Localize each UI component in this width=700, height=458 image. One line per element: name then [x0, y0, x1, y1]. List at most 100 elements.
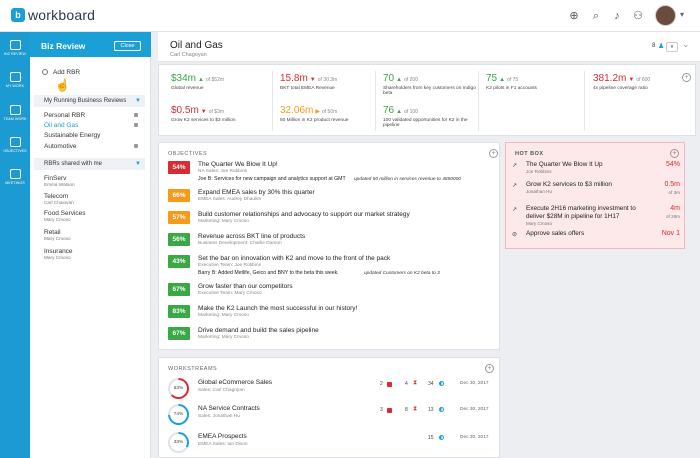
kpi-value: 70 [383, 73, 395, 84]
workstream-title[interactable]: EMEA Prospects [198, 433, 247, 440]
sidebar-item-food-services[interactable]: Food Services [44, 210, 86, 217]
search-icon[interactable]: ⌕ [589, 9, 603, 23]
shared-rbr-section[interactable]: RBRs shared with me ▼ [34, 158, 145, 170]
workstream-row[interactable]: 74% NA Service Contracts Sales: Jonathan H… [168, 404, 498, 428]
objective-title[interactable]: Set the bar on innovation with K2 and mo… [198, 255, 390, 262]
status-triangle-icon: ▲ [396, 77, 403, 83]
objective-row[interactable]: 67% Grow faster than our competitors Execu… [168, 283, 498, 305]
sidebar-item-owner: Mary Cmoso [44, 217, 71, 222]
chevron-down-icon[interactable]: ▼ [135, 158, 141, 170]
objective-title[interactable]: The Quarter We Blow It Up! [198, 161, 278, 168]
hot-box-title[interactable]: Approve sales offers [526, 230, 584, 237]
add-hot-item-icon[interactable]: + [670, 149, 679, 158]
objective-row[interactable]: 57% Build customer relationships and advo… [168, 211, 498, 233]
objective-title[interactable]: Make the K2 Launch the most successful i… [198, 305, 357, 312]
hot-box-item[interactable]: ↗ The Quarter We Blow It Up Joe Robbins 54% [512, 161, 680, 181]
sidebar-item-sustainable-energy[interactable]: Sustainable Energy [44, 132, 100, 139]
status-triangle-icon: ▲ [396, 109, 403, 115]
sidebar-item-personal-rbr[interactable]: Personal RBR [44, 112, 85, 119]
nav-my-work[interactable]: MY WORK [0, 72, 30, 88]
kpi-card[interactable]: 76 ▲ of 100 100 validated opportunities for… [383, 105, 481, 128]
workstream-row[interactable]: 63% Global eCommerce Sales Sales: Carl Cha… [168, 378, 498, 402]
sidebar-item-retail[interactable]: Retail [44, 229, 61, 236]
objective-row[interactable]: 67% Drive demand and build the sales pipe… [168, 327, 498, 349]
kpi-target: of 30.3m [317, 77, 338, 83]
chevron-down-icon[interactable]: ▾ [680, 10, 684, 19]
objective-title[interactable]: Grow faster than our competitors [198, 283, 293, 290]
hot-box-title[interactable]: Execute 2H16 marketing investment to del… [526, 205, 646, 221]
sidebar-header: Biz Review Close [30, 32, 151, 57]
hot-box-title[interactable]: The Quarter We Blow It Up [526, 161, 603, 168]
my-rbr-section[interactable]: My Running Business Reviews ▼ [34, 95, 145, 107]
kpi-card[interactable]: 75 ▲ of 75 K2 pilots in F1 accounts [486, 73, 584, 91]
workstream-row[interactable]: 33% EMEA Prospects EMEA Sales: Ian Dixon 15… [168, 432, 498, 456]
chevron-down-icon[interactable]: ⌄ [682, 39, 690, 50]
objective-row[interactable]: 43% Set the bar on innovation with K2 and… [168, 255, 498, 283]
sidebar-item-telecom[interactable]: Telecom [44, 193, 68, 200]
add-workstream-icon[interactable]: + [485, 364, 494, 373]
nav-label: MEETINGS [5, 181, 25, 185]
user-avatar[interactable] [655, 5, 676, 26]
sidebar-item-oil-and-gas[interactable]: Oil and Gas [44, 122, 78, 129]
nav-biz-review[interactable]: BIZ REVIEW [0, 40, 30, 56]
add-rbr-link[interactable]: Add RBR [53, 69, 80, 76]
sidebar-item-finserv[interactable]: FinServ [44, 175, 66, 182]
app-name[interactable]: workboard [28, 7, 95, 23]
objective-owner: Executive Team: Joe Robbins [198, 263, 262, 268]
objective-owner: Marketing: Mary Cmoso [198, 313, 249, 318]
kpi-label: Grow K2 services to $3 million [171, 118, 236, 123]
progress-pie-icon [439, 435, 444, 440]
divider [272, 71, 273, 131]
chevron-down-icon[interactable]: ▼ [135, 95, 141, 107]
objective-owner: Executive Team: Mary Cmoso [198, 291, 262, 296]
kpi-card[interactable]: $0.5m ▼ of $3m Grow K2 services to $3 milli… [171, 105, 269, 123]
sidebar-item-automotive[interactable]: Automotive [44, 143, 77, 150]
share-users-icon[interactable]: ♟ [658, 42, 664, 50]
objective-row[interactable]: 83% Make the K2 Launch the most successfu… [168, 305, 498, 327]
objective-row[interactable]: 54% The Quarter We Blow It Up! NA Sales: J… [168, 161, 498, 189]
kpi-card[interactable]: 15.8m ▼ of 30.3m BKT total EMEA Revenue [280, 73, 378, 91]
kpi-card[interactable]: 70 ▲ of 200 Shareholders from key customers… [383, 73, 481, 96]
add-icon[interactable] [42, 69, 48, 75]
kpi-card[interactable]: $34m ▲ of $52m Global revenue [171, 73, 269, 91]
workstream-due-date: Dec 30, 2017 [460, 381, 489, 386]
hot-box-item[interactable]: ↗ Grow K2 services to $3 million Jonathan … [512, 181, 680, 201]
objective-row[interactable]: 66% Expand EMEA sales by 30% this quarter… [168, 189, 498, 211]
notification-bell-icon[interactable]: ♪ [610, 9, 624, 23]
kpi-target: of 200 [404, 77, 418, 83]
task-count: 13 [428, 407, 434, 413]
add-icon[interactable]: ⊕ [567, 9, 581, 23]
workboard-logo-icon[interactable]: b [11, 8, 25, 22]
workstream-title[interactable]: Global eCommerce Sales [198, 379, 272, 386]
objective-title[interactable]: Drive demand and build the sales pipelin… [198, 327, 319, 334]
objective-owner: NA Sales: Joe Robbins [198, 169, 248, 174]
sidebar-item-insurance[interactable]: Insurance [44, 248, 73, 255]
add-kpi-icon[interactable]: + [682, 73, 691, 82]
overdue-count: 8 [405, 407, 408, 413]
workstream-title[interactable]: NA Service Contracts [198, 405, 260, 412]
workstreams-heading: WORKSTREAMS [168, 366, 218, 372]
task-count: 34 [428, 381, 434, 387]
update-title: Barry B: Added Metlife, Geico and BNY to… [198, 270, 339, 276]
objective-title[interactable]: Expand EMEA sales by 30% this quarter [198, 189, 315, 196]
hot-box-item[interactable]: ⊘ Approve sales offers Nov 1 [512, 230, 680, 250]
team-icon[interactable]: ⚇ [631, 9, 645, 23]
top-bar: b workboard ⊕ ⌕ ♪ ⚇ ▾ [0, 0, 700, 32]
objective-title[interactable]: Build customer relationships and advocac… [198, 211, 410, 218]
add-objective-icon[interactable]: + [489, 149, 498, 158]
objective-row[interactable]: 56% Revenue across BKT line of products Bu… [168, 233, 498, 255]
nav-meetings[interactable]: MEETINGS [0, 169, 30, 185]
share-dropdown[interactable]: ▾ [666, 42, 678, 52]
close-button[interactable]: Close [114, 41, 141, 51]
kpi-card[interactable]: 32.06m ▶ of 50m 50 Million in K2 product re… [280, 105, 378, 123]
objective-title[interactable]: Revenue across BKT line of products [198, 233, 305, 240]
nav-team-work[interactable]: TEAM WORK [0, 105, 30, 121]
nav-label: MY WORK [5, 84, 25, 88]
share-count[interactable]: 8 [652, 43, 655, 49]
kpi-card[interactable]: 381.2m ▼ of 600 4x pipeline coverage ratio [593, 73, 688, 91]
checkbox-icon [9, 72, 21, 82]
hot-box-title[interactable]: Grow K2 services to $3 million [526, 181, 612, 188]
hot-box-item[interactable]: ↗ Execute 2H16 marketing investment to de… [512, 205, 680, 226]
nav-objectives[interactable]: OBJECTIVES [0, 137, 30, 153]
divider [584, 71, 585, 131]
